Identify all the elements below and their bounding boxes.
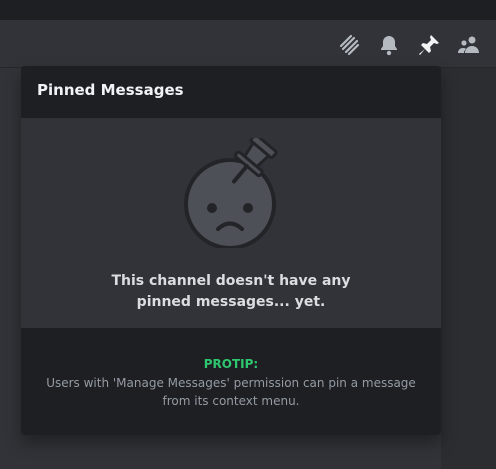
protip-line-2: from its context menu. [162, 394, 300, 408]
popout-title: Pinned Messages [37, 81, 184, 99]
pinned-messages-popout: Pinned Messages This channel doesn't hav… [21, 66, 441, 435]
empty-state-line-2: pinned messages... yet. [136, 294, 326, 310]
threads-icon[interactable] [336, 32, 362, 58]
protip-text: Users with 'Manage Messages' permission … [41, 374, 421, 410]
popout-header: Pinned Messages [21, 66, 441, 118]
window-top-bar [0, 0, 496, 20]
channel-header [0, 20, 496, 68]
sad-face-pin-icon [180, 133, 290, 250]
empty-state-line-1: This channel doesn't have any [111, 273, 351, 289]
member-list-icon[interactable] [456, 32, 482, 58]
member-list-pane [441, 68, 496, 469]
empty-state: This channel doesn't have any pinned mes… [21, 118, 441, 328]
protip-label: PROTIP: [203, 357, 259, 371]
protip-section: PROTIP: Users with 'Manage Messages' per… [21, 328, 441, 435]
notification-bell-icon[interactable] [376, 32, 402, 58]
protip-line-1: Users with 'Manage Messages' permission … [46, 376, 416, 390]
empty-state-message: This channel doesn't have any pinned mes… [21, 271, 441, 313]
pin-icon[interactable] [416, 32, 442, 58]
